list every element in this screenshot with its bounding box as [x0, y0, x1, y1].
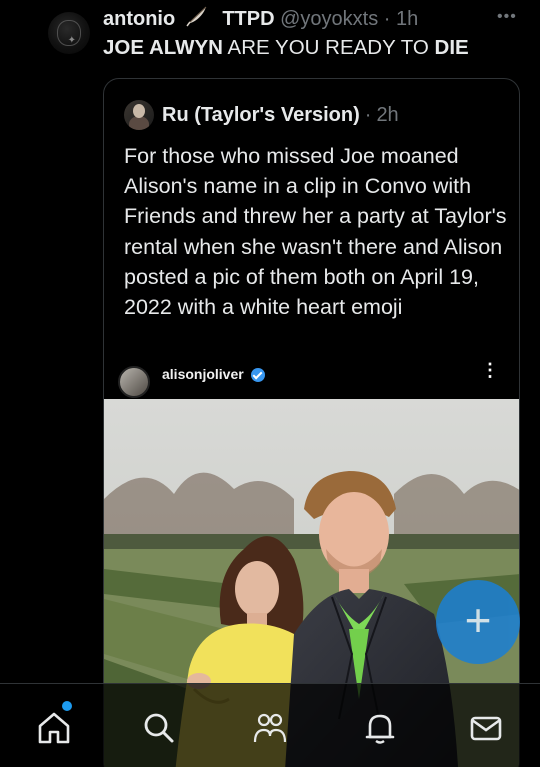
plus-icon: + [464, 594, 492, 646]
author-name[interactable]: antonio [103, 8, 175, 30]
quoted-tweet[interactable]: Ru (Taylor's Version) · 2h For those who… [103, 78, 520, 767]
author-handle[interactable]: @yoyokxts [280, 8, 378, 30]
quote-author-name[interactable]: Ru (Taylor's Version) [162, 104, 360, 127]
compose-button[interactable]: + [436, 580, 520, 664]
tweet-time[interactable]: 1h [396, 8, 418, 30]
tweet-text-part: ARE YOU READY TO [222, 36, 435, 59]
more-dots-icon[interactable]: ••• [497, 8, 517, 26]
notifications-icon[interactable] [358, 706, 402, 750]
author-tag: TTPD [222, 7, 275, 30]
tweet-text: JOE ALWYN ARE YOU READY TO DIE [103, 34, 469, 62]
separator: · [364, 103, 372, 126]
verified-badge-icon [251, 368, 265, 382]
bottom-nav [0, 683, 540, 767]
quote-time[interactable]: 2h [376, 104, 398, 127]
tweet[interactable]: ✦ antonio TTPD @yoyokxts · 1h ••• JOE AL… [0, 0, 540, 767]
quote-text: For those who missed Joe moaned Alison's… [124, 144, 507, 320]
search-icon[interactable] [137, 706, 181, 750]
instagram-username: alisonjoliver [162, 366, 244, 382]
quote-author-avatar[interactable] [124, 100, 154, 130]
separator: · [383, 7, 391, 30]
communities-icon[interactable] [248, 706, 292, 750]
home-icon[interactable] [32, 706, 76, 750]
tweet-text-part: JOE ALWYN [103, 36, 223, 59]
instagram-header: alisonjoliver ⋮ [104, 360, 519, 399]
quill-icon [185, 5, 209, 34]
messages-icon[interactable] [464, 706, 508, 750]
tweet-header: antonio TTPD @yoyokxts · 1h [103, 5, 418, 34]
quote-header: Ru (Taylor's Version) · 2h [124, 99, 399, 131]
tweet-text-part: DIE [434, 36, 469, 59]
notification-dot [62, 701, 72, 711]
author-avatar[interactable]: ✦ [48, 12, 90, 54]
kebab-menu-icon: ⋮ [481, 360, 499, 380]
instagram-avatar [118, 366, 150, 398]
